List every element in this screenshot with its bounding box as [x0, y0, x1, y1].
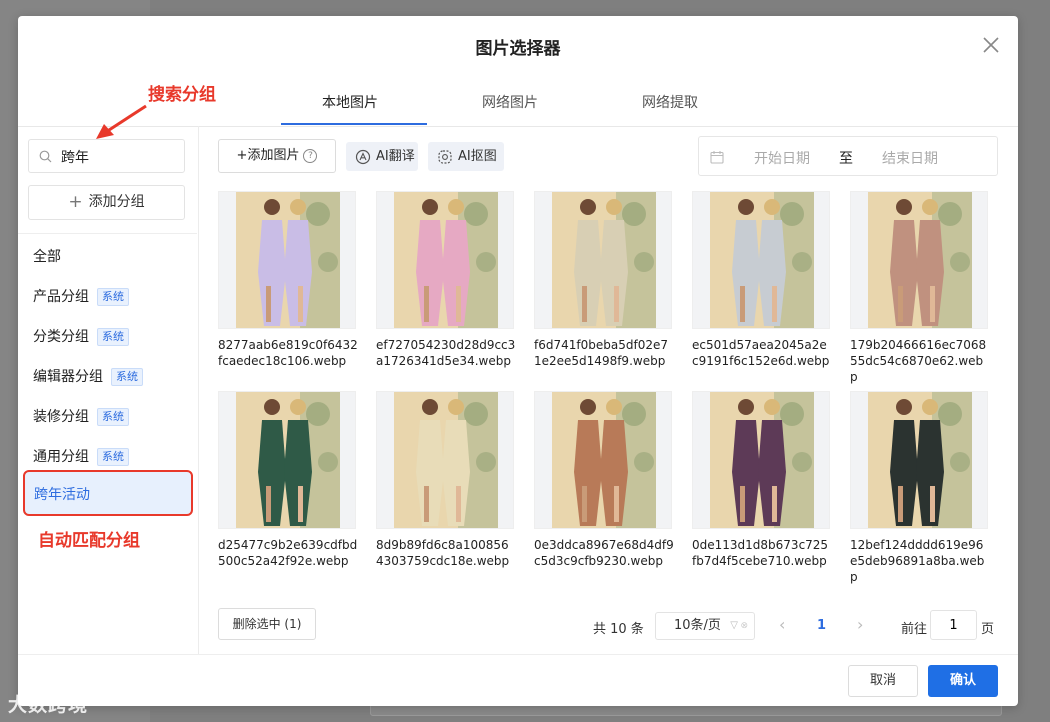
end-date-field[interactable]: 结束日期	[882, 148, 938, 168]
page-number-current[interactable]: 1	[817, 618, 826, 633]
image-thumbnail[interactable]	[218, 191, 356, 329]
image-thumbnail[interactable]	[218, 391, 356, 529]
system-badge: 系统	[97, 328, 129, 346]
annotation-auto-match: 自动匹配分组	[38, 531, 140, 551]
active-tab-indicator	[281, 123, 427, 125]
confirm-button[interactable]: 确认	[928, 665, 998, 697]
add-image-button[interactable]: +添加图片?	[218, 139, 336, 173]
image-filename: f6d741f0beba5df02e71e2ee5d1498f9.webp	[534, 338, 668, 368]
ai-cutout-button[interactable]: AI抠图	[428, 142, 504, 171]
image-card[interactable]: 12bef124dddd619e96e5deb96891a8ba.webp	[850, 391, 988, 585]
image-card[interactable]: 8d9b89fd6c8a1008564303759cdc18e.webp	[376, 391, 514, 569]
image-picker-dialog: 图片选择器 本地图片 网络图片 网络提取 搜索分组 +添加分组 全部 产品分组系…	[18, 16, 1018, 706]
image-card[interactable]: 8277aab6e819c0f6432fcaedec18c106.webp	[218, 191, 358, 369]
calendar-icon	[710, 151, 724, 164]
image-thumbnail[interactable]	[376, 391, 514, 529]
image-filename: d25477c9b2e639cdfbd500c52a42f92e.webp	[218, 538, 358, 568]
annotation-search-group: 搜索分组	[148, 85, 216, 105]
group-label: 跨年活动	[34, 487, 90, 503]
chevron-down-icon: ▽	[730, 620, 738, 631]
group-label: 全部	[33, 249, 61, 265]
group-search-box[interactable]	[28, 139, 185, 173]
image-card[interactable]: ef727054230d28d9cc3a1726341d5e34.webp	[376, 191, 516, 369]
image-card[interactable]: f6d741f0beba5df02e71e2ee5d1498f9.webp	[534, 191, 672, 369]
system-badge: 系统	[97, 288, 129, 306]
cancel-button[interactable]: 取消	[848, 665, 918, 697]
watermark-logo: 大数跨境	[8, 694, 89, 716]
ai-translate-button[interactable]: AI翻译	[346, 142, 418, 171]
start-date-field[interactable]: 开始日期	[754, 148, 810, 168]
image-thumbnail[interactable]	[534, 191, 672, 329]
dialog-footer: 取消 确认	[18, 654, 1018, 707]
group-label: 装修分组	[33, 409, 89, 425]
image-thumbnail[interactable]	[850, 191, 988, 329]
ai-translate-label: AI翻译	[376, 149, 415, 164]
image-card[interactable]: 0e3ddca8967e68d4df9c5d3c9cfb9230.webp	[534, 391, 674, 569]
goto-page-input[interactable]	[930, 610, 977, 640]
page-size-value: 10条/页	[674, 618, 721, 633]
divider	[18, 233, 197, 234]
delete-selected-button[interactable]: 删除选中 (1)	[218, 608, 316, 640]
group-item-all[interactable]: 全部	[33, 246, 61, 266]
system-badge: 系统	[97, 448, 129, 466]
image-thumbnail[interactable]	[534, 391, 672, 529]
image-filename: 12bef124dddd619e96e5deb96891a8ba.webp	[850, 538, 985, 584]
add-group-label: 添加分组	[88, 194, 145, 210]
tab-local-images[interactable]: 本地图片	[322, 92, 378, 112]
range-separator: 至	[839, 151, 853, 167]
group-label: 编辑器分组	[33, 369, 103, 385]
group-search-input[interactable]	[59, 146, 183, 168]
add-group-button[interactable]: + 添加分组	[28, 185, 185, 220]
group-item-general[interactable]: 通用分组 系统	[33, 446, 129, 466]
group-item-decoration[interactable]: 装修分组 系统	[33, 406, 129, 426]
image-filename: 8277aab6e819c0f6432fcaedec18c106.webp	[218, 338, 358, 368]
image-filename: 0e3ddca8967e68d4df9c5d3c9cfb9230.webp	[534, 538, 674, 568]
page-suffix: 页	[981, 622, 995, 637]
next-page-icon[interactable]: ›	[857, 615, 863, 634]
tab-web-images[interactable]: 网络图片	[482, 92, 538, 112]
image-filename: 8d9b89fd6c8a1008564303759cdc18e.webp	[376, 538, 510, 568]
image-card[interactable]: 179b20466616ec706855dc54c6870e62.webp	[850, 191, 988, 385]
page-size-select[interactable]: 10条/页 ▽ ⊗	[655, 612, 755, 640]
group-sidebar: +添加分组 全部 产品分组系统 分类分组系统 编辑器分组系统 装修分组系统 通用…	[18, 126, 199, 654]
add-image-label: +添加图片	[236, 148, 300, 163]
image-card[interactable]: ec501d57aea2045a2ec9191f6c152e6d.webp	[692, 191, 830, 369]
translate-icon	[355, 149, 371, 165]
image-thumbnail[interactable]	[376, 191, 514, 329]
group-label: 分类分组	[33, 329, 89, 345]
image-card[interactable]: 0de113d1d8b673c725fb7d4f5cebe710.webp	[692, 391, 830, 569]
cutout-icon	[438, 150, 452, 164]
group-label: 产品分组	[33, 289, 89, 305]
ai-cutout-label: AI抠图	[458, 149, 497, 164]
image-thumbnail[interactable]	[692, 191, 830, 329]
image-filename: 0de113d1d8b673c725fb7d4f5cebe710.webp	[692, 538, 829, 568]
help-icon: ?	[303, 149, 318, 163]
dialog-title: 图片选择器	[475, 39, 561, 59]
plus-icon: +	[68, 192, 83, 212]
total-count: 共 10 条	[593, 622, 644, 637]
image-filename: ec501d57aea2045a2ec9191f6c152e6d.webp	[692, 338, 830, 368]
date-range-picker[interactable]: 开始日期 至 结束日期	[698, 136, 998, 176]
group-item-product[interactable]: 产品分组 系统	[33, 286, 129, 306]
image-filename: ef727054230d28d9cc3a1726341d5e34.webp	[376, 338, 516, 368]
group-item-new-year-event[interactable]: 跨年活动	[23, 470, 193, 516]
image-filename: 179b20466616ec706855dc54c6870e62.webp	[850, 338, 987, 384]
clear-icon: ⊗	[740, 621, 748, 631]
system-badge: 系统	[111, 368, 143, 386]
image-panel: +添加图片? AI翻译 AI抠图 开始日期 至 结束日期 8277aab6e81…	[199, 126, 1018, 654]
image-card[interactable]: d25477c9b2e639cdfbd500c52a42f92e.webp	[218, 391, 358, 569]
goto-label: 前往	[901, 622, 928, 637]
search-icon	[39, 150, 52, 163]
tab-web-extract[interactable]: 网络提取	[642, 92, 698, 112]
close-icon[interactable]	[978, 32, 1004, 58]
image-thumbnail[interactable]	[850, 391, 988, 529]
group-label: 通用分组	[33, 449, 89, 465]
image-thumbnail[interactable]	[692, 391, 830, 529]
group-item-editor[interactable]: 编辑器分组 系统	[33, 366, 143, 386]
system-badge: 系统	[97, 408, 129, 426]
prev-page-icon[interactable]: ‹	[779, 615, 785, 634]
group-item-category[interactable]: 分类分组 系统	[33, 326, 129, 346]
